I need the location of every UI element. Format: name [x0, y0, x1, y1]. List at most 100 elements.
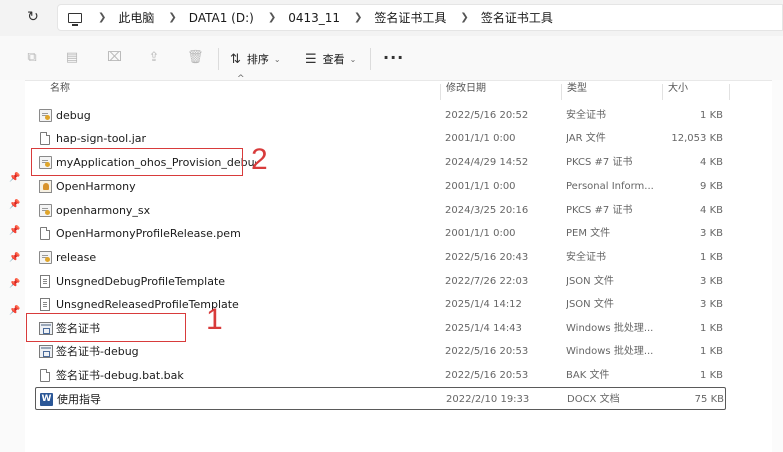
column-divider[interactable]	[440, 84, 441, 100]
file-size: 12,053 KB	[671, 133, 723, 144]
file-size: 75 KB	[694, 394, 724, 405]
pin-icon[interactable]: 📌	[9, 227, 20, 236]
file-name: UnsgnedDebugProfileTemplate	[56, 275, 226, 288]
pin-icon[interactable]: 📌	[9, 201, 20, 210]
column-divider[interactable]	[729, 84, 730, 100]
delete-icon[interactable]: 🗑	[187, 51, 204, 65]
pin-icon[interactable]: 📌	[9, 307, 20, 316]
sort-label: 排序	[246, 53, 269, 66]
file-name: 使用指导	[57, 393, 101, 406]
breadcrumb-drive[interactable]: DATA1 (D:)	[189, 11, 254, 25]
file-row[interactable]: hap-sign-tool.jar 2001/1/1 0:00 JAR 文件 1…	[35, 127, 726, 150]
refresh-icon[interactable]: ↻	[25, 9, 41, 25]
file-size: 3 KB	[700, 228, 723, 239]
file-type: 安全证书	[566, 110, 606, 121]
file-name: release	[56, 251, 97, 264]
file-type: Windows 批处理...	[566, 323, 654, 334]
pin-icon[interactable]: 📌	[9, 254, 20, 263]
breadcrumb: ❯ 此电脑 ❯ DATA1 (D:) ❯ 0413_11 ❯ 签名证书工具 ❯ …	[58, 5, 553, 30]
file-row[interactable]: OpenHarmony 2001/1/1 0:00 Personal Infor…	[35, 175, 726, 198]
chevron-right-icon[interactable]: ❯	[268, 12, 276, 23]
file-row[interactable]: release 2022/5/16 20:43 安全证书 1 KB	[35, 246, 726, 269]
text-file-icon	[40, 275, 50, 288]
pin-icon[interactable]: 📌	[9, 280, 20, 289]
file-row[interactable]: UnsgnedDebugProfileTemplate 2022/7/26 22…	[35, 270, 726, 293]
chevron-right-icon[interactable]: ❯	[168, 12, 176, 23]
file-name: 签名证书-debug.bat.bak	[56, 369, 184, 382]
file-modified: 2022/2/10 19:33	[446, 394, 530, 405]
annotation-label-2: 2	[251, 143, 268, 176]
file-name: OpenHarmonyProfileRelease.pem	[56, 227, 241, 240]
file-size: 1 KB	[700, 346, 723, 357]
view-label: 查看	[322, 53, 345, 66]
sort-ascending-icon: ^	[237, 74, 245, 84]
chevron-down-icon: ⌄	[273, 54, 281, 64]
column-header-modified[interactable]: 修改日期	[446, 82, 486, 102]
annotation-label-1: 1	[206, 303, 223, 336]
scrollbar[interactable]	[772, 80, 783, 452]
file-name: OpenHarmony	[56, 180, 136, 193]
annotation-box-2	[31, 148, 243, 176]
file-type: JSON 文件	[566, 299, 614, 310]
address-bar[interactable]: ❯ 此电脑 ❯ DATA1 (D:) ❯ 0413_11 ❯ 签名证书工具 ❯ …	[57, 4, 783, 31]
file-row[interactable]: 签名证书-debug 2022/5/16 20:53 Windows 批处理..…	[35, 340, 726, 363]
copy-icon[interactable]: ⧉	[25, 51, 39, 65]
file-size: 1 KB	[700, 110, 723, 121]
file-row[interactable]: OpenHarmonyProfileRelease.pem 2001/1/1 0…	[35, 222, 726, 245]
toolbar-divider	[218, 48, 219, 70]
file-modified: 2024/3/25 20:16	[445, 205, 529, 216]
file-modified: 2025/1/4 14:12	[445, 299, 522, 310]
sort-button[interactable]: ⇅ 排序 ⌄	[230, 50, 281, 68]
file-type: JAR 文件	[566, 133, 606, 144]
this-pc-icon[interactable]	[68, 12, 82, 26]
chevron-right-icon[interactable]: ❯	[354, 12, 362, 23]
file-type: BAK 文件	[566, 370, 610, 381]
certificate-icon	[39, 251, 52, 264]
file-modified: 2022/5/16 20:53	[445, 346, 529, 357]
column-divider[interactable]	[662, 84, 663, 100]
file-size: 4 KB	[700, 205, 723, 216]
toolbar-divider	[370, 48, 371, 70]
file-modified: 2022/7/26 22:03	[445, 276, 529, 287]
navigation-pane: 📌 📌 📌 📌 📌 📌	[0, 80, 25, 452]
view-button[interactable]: ☰ 查看 ⌄	[305, 50, 356, 68]
file-type: PEM 文件	[566, 228, 611, 239]
file-modified: 2001/1/1 0:00	[445, 181, 516, 192]
file-row[interactable]: 签名证书-debug.bat.bak 2022/5/16 20:53 BAK 文…	[35, 364, 726, 387]
file-row[interactable]: debug 2022/5/16 20:52 安全证书 1 KB	[35, 104, 726, 127]
file-type: DOCX 文档	[567, 394, 620, 405]
file-modified: 2022/5/16 20:43	[445, 252, 529, 263]
personal-info-icon	[39, 180, 52, 193]
chevron-right-icon[interactable]: ❯	[98, 12, 106, 23]
file-type: Windows 批处理...	[566, 346, 654, 357]
file-type: PKCS #7 证书	[566, 205, 633, 216]
breadcrumb-folder-tools[interactable]: 签名证书工具	[374, 9, 446, 26]
pin-icon[interactable]: 📌	[9, 174, 20, 183]
column-divider[interactable]	[561, 84, 562, 100]
column-header-size[interactable]: 大小	[668, 82, 688, 102]
breadcrumb-folder-0413[interactable]: 0413_11	[288, 11, 340, 25]
file-modified: 2022/5/16 20:52	[445, 110, 529, 121]
file-size: 3 KB	[700, 299, 723, 310]
more-options-button[interactable]: ···	[383, 48, 404, 67]
chevron-right-icon[interactable]: ❯	[460, 12, 468, 23]
file-row-selected[interactable]: 使用指导 2022/2/10 19:33 DOCX 文档 75 KB	[35, 387, 726, 410]
file-name: hap-sign-tool.jar	[56, 132, 147, 145]
share-icon[interactable]: ⇪	[147, 51, 161, 65]
address-bar-row: ↻ ❯ 此电脑 ❯ DATA1 (D:) ❯ 0413_11 ❯ 签名证书工具 …	[0, 0, 783, 36]
file-modified: 2024/4/29 14:52	[445, 157, 529, 168]
file-type: JSON 文件	[566, 276, 614, 287]
word-doc-icon	[40, 393, 53, 406]
file-size: 4 KB	[700, 157, 723, 168]
file-name: debug	[56, 109, 91, 122]
breadcrumb-this-pc[interactable]: 此电脑	[118, 9, 154, 26]
paste-icon[interactable]: ▤	[65, 51, 79, 65]
file-size: 3 KB	[700, 276, 723, 287]
column-header-type[interactable]: 类型	[567, 82, 587, 102]
file-size: 1 KB	[700, 370, 723, 381]
rename-icon[interactable]: ⌧	[107, 51, 122, 65]
breadcrumb-folder-tools-inner[interactable]: 签名证书工具	[481, 9, 553, 26]
column-header-name[interactable]: 名称	[50, 82, 70, 102]
view-icon: ☰	[305, 51, 317, 67]
file-row[interactable]: openharmony_sx 2024/3/25 20:16 PKCS #7 证…	[35, 199, 726, 222]
